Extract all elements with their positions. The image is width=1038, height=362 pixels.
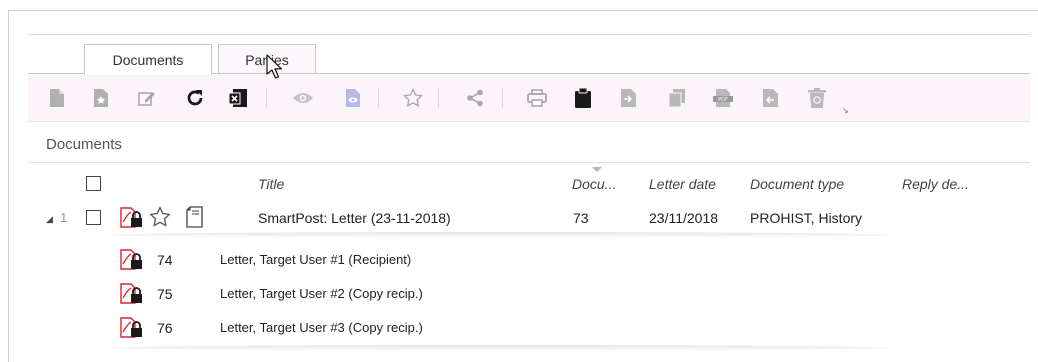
row-number: 1 xyxy=(60,210,68,225)
toolbar-separator xyxy=(438,88,439,108)
row-docu: 73 xyxy=(573,210,589,226)
sub-rows-shadow xyxy=(110,345,890,351)
column-header-letter-date[interactable]: Letter date xyxy=(649,176,716,192)
sub-row-title[interactable]: Letter, Target User #3 (Copy recip.) xyxy=(220,320,423,335)
preview-icon[interactable] xyxy=(342,86,364,110)
favorite-star-icon[interactable] xyxy=(148,206,172,228)
tab-area-top-border xyxy=(28,34,1030,35)
sub-row-number: 74 xyxy=(157,252,173,268)
sub-row-title[interactable]: Letter, Target User #1 (Recipient) xyxy=(220,252,411,267)
row-shadow xyxy=(110,232,890,238)
column-header-document-type[interactable]: Document type xyxy=(750,176,844,192)
clipboard-icon[interactable] xyxy=(572,86,594,110)
export-excel-icon[interactable] xyxy=(228,86,250,110)
print-icon[interactable] xyxy=(526,86,548,110)
toolbar-resize-grip-icon[interactable]: ↘ xyxy=(842,106,849,115)
share-icon[interactable] xyxy=(464,86,486,110)
sub-row-number: 76 xyxy=(157,320,173,336)
collapse-arrow-icon[interactable]: ◢ xyxy=(46,214,53,225)
pdf-icon[interactable]: PDF xyxy=(712,86,734,110)
refresh-icon[interactable] xyxy=(184,86,206,110)
sub-row-number: 75 xyxy=(157,286,173,302)
sort-indicator-icon xyxy=(592,167,602,172)
restore-icon[interactable] xyxy=(760,86,782,110)
row-title[interactable]: SmartPost: Letter (23-11-2018) xyxy=(258,210,451,226)
svg-text:PDF: PDF xyxy=(718,97,728,103)
edit-icon[interactable] xyxy=(136,86,158,110)
pdf-locked-icon xyxy=(120,248,144,270)
new-document-icon[interactable] xyxy=(46,86,68,110)
mouse-cursor-icon xyxy=(266,54,284,85)
select-all-checkbox[interactable] xyxy=(86,176,101,191)
new-from-template-icon[interactable] xyxy=(90,86,112,110)
toolbar-separator xyxy=(502,88,503,108)
column-header-reply-date[interactable]: Reply de... xyxy=(902,176,969,192)
pdf-locked-icon xyxy=(120,316,144,338)
toolbar: PDF ↘ xyxy=(28,74,1030,122)
row-document-type: PROHIST, History xyxy=(750,210,863,226)
recycle-bin-icon[interactable] xyxy=(806,86,828,110)
section-divider xyxy=(28,162,1030,163)
pdf-locked-icon xyxy=(120,282,144,304)
document-outline-icon xyxy=(184,205,206,229)
pdf-locked-icon xyxy=(120,206,144,228)
sub-row-title[interactable]: Letter, Target User #2 (Copy recip.) xyxy=(220,286,423,301)
toolbar-separator xyxy=(378,88,379,108)
move-icon[interactable] xyxy=(618,86,640,110)
row-letter-date: 23/11/2018 xyxy=(649,210,719,226)
tab-documents[interactable]: Documents xyxy=(84,44,212,75)
column-header-title[interactable]: Title xyxy=(258,176,284,192)
row-checkbox[interactable] xyxy=(86,210,101,225)
view-icon[interactable] xyxy=(292,86,314,110)
favorite-icon[interactable] xyxy=(402,86,424,110)
toolbar-separator xyxy=(266,88,267,108)
section-title: Documents xyxy=(46,136,122,153)
copy-icon[interactable] xyxy=(666,86,688,110)
column-header-docu[interactable]: Docu... xyxy=(572,176,616,192)
